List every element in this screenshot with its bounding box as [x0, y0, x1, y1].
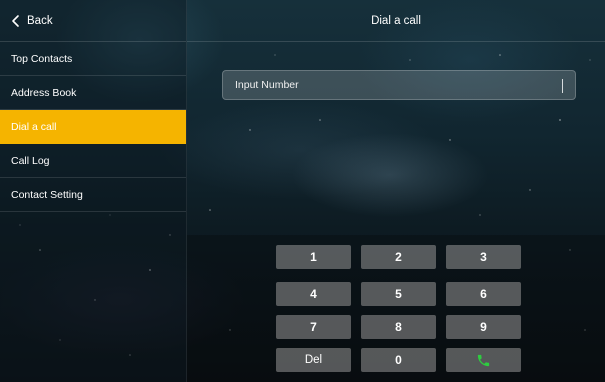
- key-6[interactable]: 6: [446, 282, 521, 306]
- delete-button[interactable]: Del: [276, 348, 351, 372]
- key-label: Del: [304, 354, 323, 366]
- key-8[interactable]: 8: [361, 315, 436, 339]
- sidebar-item-call-log[interactable]: Call Log: [0, 144, 186, 178]
- number-input[interactable]: [223, 71, 575, 99]
- sidebar-item-contact-setting[interactable]: Contact Setting: [0, 178, 186, 212]
- page-title: Dial a call: [371, 14, 421, 27]
- key-label: 5: [395, 287, 402, 301]
- key-5[interactable]: 5: [361, 282, 436, 306]
- sidebar-item-address-book[interactable]: Address Book: [0, 76, 186, 110]
- back-label: Back: [27, 14, 53, 27]
- key-label: 3: [480, 250, 487, 264]
- back-row: Back: [0, 0, 186, 42]
- key-4[interactable]: 4: [276, 282, 351, 306]
- key-3[interactable]: 3: [446, 245, 521, 269]
- key-label: 7: [310, 320, 317, 334]
- number-input-container: [222, 70, 576, 100]
- key-label: 9: [480, 320, 487, 334]
- sidebar-nav: Top Contacts Address Book Dial a call Ca…: [0, 42, 186, 212]
- key-2[interactable]: 2: [361, 245, 436, 269]
- key-label: 4: [310, 287, 317, 301]
- key-label: 8: [395, 320, 402, 334]
- sidebar-item-label: Contact Setting: [11, 188, 83, 201]
- sidebar-item-label: Call Log: [11, 154, 50, 167]
- key-label: 1: [310, 250, 317, 264]
- key-label: 0: [395, 353, 402, 367]
- sidebar-item-label: Dial a call: [11, 121, 57, 133]
- chevron-left-icon: [12, 14, 19, 27]
- sidebar-item-dial-a-call[interactable]: Dial a call: [0, 110, 186, 144]
- key-0[interactable]: 0: [361, 348, 436, 372]
- back-button[interactable]: Back: [10, 14, 53, 28]
- phone-call-icon: [477, 354, 490, 366]
- sidebar-item-label: Top Contacts: [11, 52, 73, 65]
- key-7[interactable]: 7: [276, 315, 351, 339]
- key-9[interactable]: 9: [446, 315, 521, 339]
- key-label: 6: [480, 287, 487, 301]
- key-label: 2: [395, 250, 402, 264]
- key-1[interactable]: 1: [276, 245, 351, 269]
- sidebar-item-label: Address Book: [11, 86, 77, 99]
- sidebar-item-top-contacts[interactable]: Top Contacts: [0, 42, 186, 76]
- sidebar: Back Top Contacts Address Book Dial a ca…: [0, 0, 187, 382]
- input-caret: [562, 79, 563, 93]
- page-header: Dial a call: [187, 0, 605, 42]
- call-button[interactable]: [446, 348, 521, 372]
